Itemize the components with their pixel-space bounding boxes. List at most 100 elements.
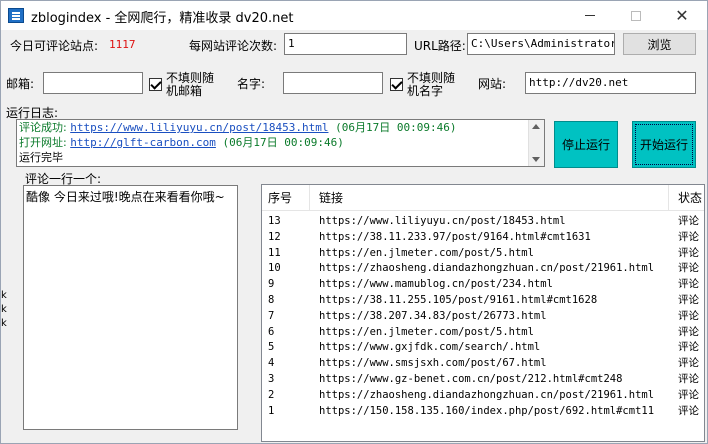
random-email-label-line2: 机邮箱 [166, 84, 203, 98]
comments-textarea[interactable]: 酷像 今日来过哦!晚点在来看看你哦~ [23, 185, 238, 430]
table-row[interactable]: 13 https://www.liliyuyu.cn/post/18453.htm… [262, 213, 704, 229]
row-url: https://www.gxjfdk.com/search/.html [319, 341, 541, 354]
table-row[interactable]: 7 https://38.207.34.83/post/26773.html 评论 [262, 308, 704, 324]
website-label: 网站: [478, 77, 507, 91]
row-status: 评论 [678, 309, 699, 322]
table-row[interactable]: 2 https://zhaosheng.diandazhongzhuan.cn/p… [262, 387, 704, 403]
column-header-url[interactable]: 链接 [313, 185, 669, 211]
minimize-icon [585, 15, 595, 16]
log-line: 运行完毕 [17, 150, 544, 165]
log-line-time: (06月17日 00:09:46) [215, 136, 344, 149]
row-url: https://zhaosheng.diandazhongzhuan.cn/po… [319, 262, 655, 275]
row-url: https://150.158.135.160/index.php/post/6… [319, 404, 655, 417]
scroll-up-icon[interactable] [532, 124, 540, 129]
table-row[interactable]: 8 https://38.11.255.105/post/9161.html#cm… [262, 292, 704, 308]
row-id: 10 [268, 262, 281, 275]
row-url: https://www.smsjsxh.com/post/67.html [319, 357, 547, 370]
row-status: 评论 [678, 404, 699, 417]
sites-count-value: 1117 [109, 38, 136, 51]
table-row[interactable]: 6 https://en.jlmeter.com/post/5.html 评论 [262, 324, 704, 340]
random-name-label-line2: 机名字 [407, 84, 444, 98]
table-row[interactable]: 3 https://www.gz-benet.com.cn/post/212.ht… [262, 371, 704, 387]
log-line-prefix: 评论成功: [19, 121, 71, 134]
row-status: 评论 [678, 230, 699, 243]
log-line-prefix: 运行完毕 [19, 151, 63, 164]
row-id: 2 [268, 388, 275, 401]
per-site-label: 每网站评论次数: [189, 39, 278, 53]
row-id: 5 [268, 341, 275, 354]
row-url: https://www.gz-benet.com.cn/post/212.htm… [319, 373, 623, 385]
maximize-button[interactable] [613, 1, 659, 30]
url-path-input[interactable]: C:\Users\Administrator.W [467, 33, 615, 55]
name-label: 名字: [237, 77, 266, 91]
row-status: 评论 [678, 373, 699, 385]
name-input[interactable] [283, 72, 383, 94]
start-button[interactable]: 开始运行 [632, 121, 696, 168]
random-name-label-line1: 不填则随 [407, 71, 456, 85]
browse-button[interactable]: 浏览 [623, 33, 696, 55]
table-row[interactable]: 9 https://www.mamublog.cn/post/234.html 评论 [262, 276, 704, 292]
random-name-checkbox[interactable] [390, 78, 403, 91]
row-id: 4 [268, 357, 275, 370]
log-line-link[interactable]: http://glft-carbon.com [70, 136, 216, 149]
app-window: zblogindex - 全网爬行，精准收录 dv20.net ✕ 今日可评论站… [0, 0, 708, 444]
row-status: 评论 [678, 357, 699, 370]
row-url: https://38.207.34.83/post/26773.html [319, 309, 547, 322]
row-id: 13 [268, 215, 281, 227]
row-status: 评论 [678, 215, 699, 227]
row-url: https://38.11.255.105/post/9161.html#cmt… [319, 294, 598, 306]
sites-count-label: 今日可评论站点: [10, 39, 99, 53]
stop-button[interactable]: 停止运行 [554, 121, 618, 168]
row-id: 9 [268, 278, 275, 291]
row-id: 8 [268, 294, 275, 306]
email-label: 邮箱: [6, 77, 35, 91]
row-url: https://www.liliyuyu.cn/post/18453.html [319, 215, 566, 227]
window-title: zblogindex - 全网爬行，精准收录 dv20.net [31, 11, 294, 26]
row-status: 评论 [678, 294, 699, 306]
row-id: 11 [268, 246, 281, 259]
row-url: https://www.mamublog.cn/post/234.html [319, 278, 553, 291]
table-row[interactable]: 10 https://zhaosheng.diandazhongzhuan.cn/… [262, 260, 704, 276]
log-line-prefix: 打开网址: [19, 136, 71, 149]
row-url: https://zhaosheng.diandazhongzhuan.cn/po… [319, 388, 655, 401]
row-url: https://38.11.233.97/post/9164.html#cmt1… [319, 230, 591, 243]
table-row[interactable]: 4 https://www.smsjsxh.com/post/67.html 评论 [262, 355, 704, 371]
scroll-down-icon[interactable] [532, 157, 540, 162]
row-id: 1 [268, 404, 275, 417]
log-line: 评论成功: https://www.liliyuyu.cn/post/18453… [17, 120, 544, 135]
email-input[interactable] [43, 72, 143, 94]
random-email-label-line1: 不填则随 [166, 71, 215, 85]
log-line: 打开网址: http://glft-carbon.com (06月17日 00:… [17, 135, 544, 150]
log-line-time: (06月17日 00:09:46) [328, 121, 457, 134]
row-status: 评论 [678, 325, 699, 338]
table-row[interactable]: 11 https://en.jlmeter.com/post/5.html 评论 [262, 245, 704, 261]
row-url: https://en.jlmeter.com/post/5.html [319, 246, 534, 259]
minimize-button[interactable] [567, 1, 613, 30]
column-header-id[interactable]: 序号 [262, 185, 310, 211]
log-scrollbar[interactable] [528, 120, 544, 166]
row-id: 3 [268, 373, 275, 385]
website-input[interactable]: http://dv20.net [525, 72, 696, 94]
row-id: 6 [268, 325, 275, 338]
row-status: 评论 [678, 246, 699, 259]
row-id: 12 [268, 230, 281, 243]
per-site-input[interactable]: 1 [284, 33, 407, 55]
table-header: 序号 链接 状态 [262, 185, 704, 211]
column-header-status[interactable]: 状态 [672, 185, 704, 211]
title-bar: zblogindex - 全网爬行，精准收录 dv20.net ✕ [1, 1, 707, 30]
row-status: 评论 [678, 278, 699, 291]
row-id: 7 [268, 309, 275, 322]
close-button[interactable]: ✕ [659, 1, 705, 30]
log-line-link[interactable]: https://www.liliyuyu.cn/post/18453.html [70, 121, 328, 134]
row-status: 评论 [678, 388, 699, 401]
random-email-checkbox[interactable] [149, 78, 162, 91]
url-path-label: URL路径: [414, 39, 466, 53]
results-table[interactable]: 序号 链接 状态 13 https://www.liliyuyu.cn/post/… [261, 184, 705, 442]
maximize-icon [631, 10, 641, 21]
table-row[interactable]: 1 https://150.158.135.160/index.php/post/… [262, 403, 704, 419]
run-log[interactable]: 评论成功: https://www.liliyuyu.cn/post/18453… [16, 119, 545, 167]
row-url: https://en.jlmeter.com/post/5.html [319, 325, 534, 338]
table-row[interactable]: 12 https://38.11.233.97/post/9164.html#cm… [262, 229, 704, 245]
table-row[interactable]: 5 https://www.gxjfdk.com/search/.html 评论 [262, 339, 704, 355]
row-status: 评论 [678, 262, 699, 275]
